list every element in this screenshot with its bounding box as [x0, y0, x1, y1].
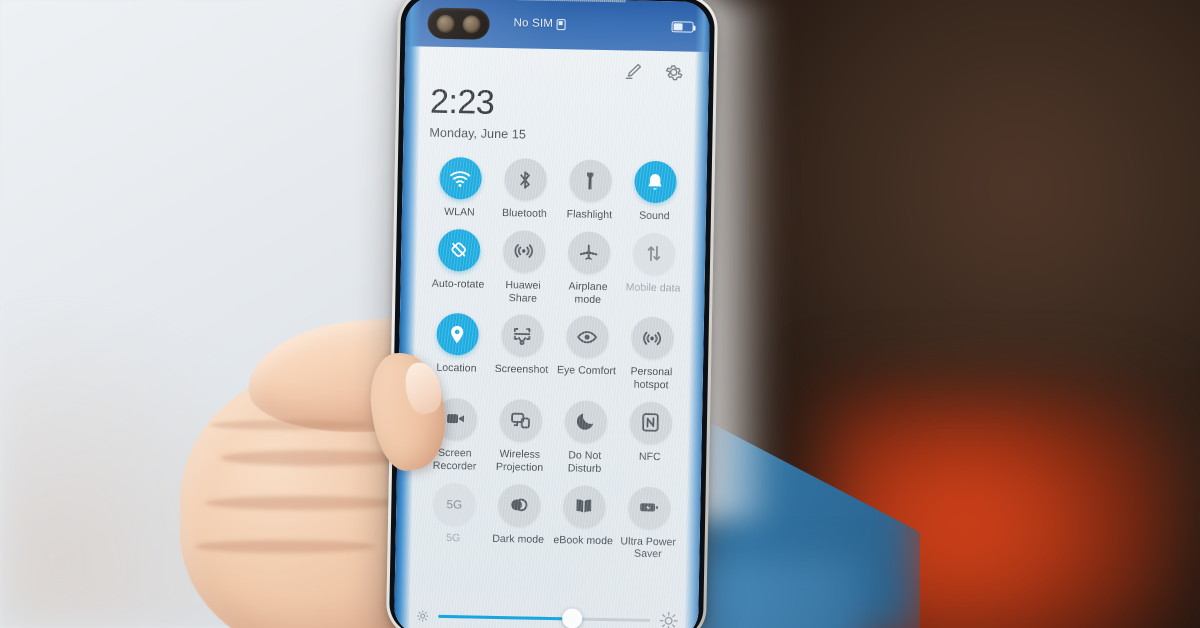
hotspot-icon[interactable]	[630, 316, 674, 360]
quick-tile-label: 5G	[446, 531, 461, 544]
quick-tile-screenshot[interactable]: Screenshot	[490, 314, 554, 390]
sim-card-icon	[556, 18, 566, 30]
cast-screen-icon[interactable]	[499, 398, 542, 442]
brightness-slider-row[interactable]	[416, 600, 679, 628]
phone-bezel: No SIM 2:23 Monday, June 15 WLAN Bluetoo…	[388, 0, 716, 628]
flashlight-icon[interactable]	[568, 159, 612, 203]
quick-tile-label: Huawei Share	[505, 278, 541, 305]
clock-block: 2:23 Monday, June 15	[429, 82, 688, 145]
front-camera-lens	[436, 14, 455, 33]
finger-crease	[205, 496, 400, 510]
phone-screen: No SIM 2:23 Monday, June 15 WLAN Bluetoo…	[393, 0, 711, 628]
photo-scene: No SIM 2:23 Monday, June 15 WLAN Bluetoo…	[0, 0, 1200, 628]
carrier-status: No SIM	[513, 17, 566, 30]
quick-tile-ultra-power-saver[interactable]: Ultra Power Saver	[616, 486, 680, 562]
quick-tile-label: Dark mode	[492, 532, 545, 546]
quick-tile-label: Location	[436, 362, 477, 375]
quick-tile-label: NFC	[638, 450, 661, 464]
eye-icon[interactable]	[565, 315, 609, 359]
screenshot-icon[interactable]	[500, 314, 544, 358]
quick-tile-airplane-mode[interactable]: Airplane mode	[556, 231, 620, 307]
quick-tile-auto-rotate[interactable]: Auto-rotate	[426, 228, 490, 304]
gear-icon[interactable]	[662, 61, 684, 83]
nfc-icon[interactable]	[629, 401, 672, 445]
location-pin-icon[interactable]	[435, 313, 479, 356]
battery-bolt-icon[interactable]	[627, 486, 671, 529]
svg-text:5G: 5G	[446, 498, 462, 511]
brightness-thumb[interactable]	[561, 608, 582, 628]
5g-text-icon[interactable]: 5G	[432, 482, 476, 526]
sun-large-icon	[659, 611, 678, 628]
moon-icon[interactable]	[564, 400, 607, 444]
quick-tile-label: Mobile data	[625, 281, 681, 295]
battery-fill	[673, 22, 683, 30]
phone-device: No SIM 2:23 Monday, June 15 WLAN Bluetoo…	[385, 0, 719, 628]
quick-settings-grid: WLAN Bluetooth Flashlight Sound Auto-rotate H…	[421, 156, 687, 562]
quick-tile-label: Wireless Projection	[495, 448, 544, 474]
quick-tile-label: Screenshot	[494, 363, 549, 377]
quick-tile-label: Ultra Power Saver	[620, 534, 677, 561]
quick-tile-bluetooth[interactable]: Bluetooth	[493, 158, 557, 221]
quick-tile-label: WLAN	[444, 205, 475, 219]
pencil-edit-icon[interactable]	[622, 60, 644, 82]
quick-tile-label: Personal hotspot	[630, 365, 673, 392]
quick-tile-personal-hotspot[interactable]: Personal hotspot	[620, 316, 684, 393]
background-blurred-person-head	[760, 0, 1200, 440]
open-book-icon[interactable]	[562, 484, 606, 528]
quick-tile-nfc[interactable]: NFC	[618, 401, 682, 477]
quick-tile-do-not-disturb[interactable]: Do Not Disturb	[553, 400, 617, 476]
knuckle-line	[210, 420, 370, 430]
clock-time: 2:23	[429, 82, 495, 122]
quick-tile-wireless-projection[interactable]: Wireless Projection	[488, 398, 552, 475]
depth-camera-lens	[462, 14, 481, 34]
quick-tile-5g[interactable]: 5G 5G	[421, 482, 485, 558]
quick-tile-label: Bluetooth	[501, 207, 547, 220]
quick-tile-ebook-mode[interactable]: eBook mode	[551, 484, 615, 561]
quick-tile-label: Sound	[639, 209, 670, 223]
quick-tile-sound[interactable]: Sound	[623, 160, 687, 223]
dark-mode-contrast-icon[interactable]	[497, 483, 541, 527]
quick-tile-flashlight[interactable]: Flashlight	[558, 159, 622, 222]
quick-tile-wlan[interactable]: WLAN	[428, 156, 492, 220]
quick-tile-dark-mode[interactable]: Dark mode	[486, 483, 550, 559]
status-bar: No SIM	[405, 0, 711, 52]
sun-small-icon	[417, 609, 429, 622]
quick-tile-mobile-data[interactable]: Mobile data	[621, 232, 685, 308]
bell-sound-icon[interactable]	[633, 160, 677, 204]
clock-date: Monday, June 15	[429, 125, 527, 142]
huawei-share-icon[interactable]	[502, 229, 546, 273]
finger-crease	[195, 540, 375, 553]
punch-hole-camera	[427, 7, 490, 40]
quick-settings-panel: 2:23 Monday, June 15 WLAN Bluetooth Flashl…	[393, 46, 710, 628]
finger-crease	[220, 450, 410, 466]
quick-tile-eye-comfort[interactable]: Eye Comfort	[555, 315, 619, 391]
quick-tile-label: Airplane mode	[568, 280, 608, 306]
background-blue-shirt-blur-2	[700, 560, 860, 628]
quick-tile-label: Auto-rotate	[431, 277, 485, 291]
carrier-label: No SIM	[513, 17, 554, 30]
quick-tile-huawei-share[interactable]: Huawei Share	[491, 229, 555, 306]
wifi-icon[interactable]	[438, 156, 482, 200]
mobile-data-arrows-icon[interactable]	[632, 232, 676, 276]
battery-icon	[671, 20, 694, 33]
bluetooth-icon[interactable]	[503, 158, 547, 201]
quick-tile-label: Do Not Disturb	[567, 449, 602, 475]
brightness-track[interactable]	[438, 608, 651, 628]
airplane-icon[interactable]	[567, 231, 611, 274]
quick-tile-label: eBook mode	[553, 533, 614, 547]
auto-rotate-icon[interactable]	[437, 228, 481, 272]
quick-tile-label: Flashlight	[566, 208, 613, 222]
earpiece-speaker-grille	[516, 0, 627, 3]
brightness-fill	[438, 614, 572, 620]
quick-tile-label: Eye Comfort	[556, 364, 617, 378]
